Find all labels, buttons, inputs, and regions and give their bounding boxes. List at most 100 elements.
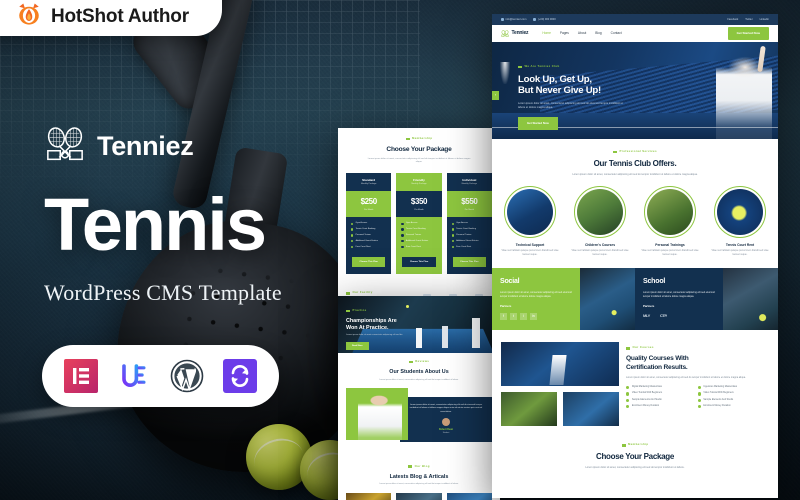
navbar-menu: Home Pages About Blog Contact <box>542 31 621 35</box>
nav-item-home[interactable]: Home <box>542 31 551 35</box>
quality-title-line1: Quality Courses With <box>626 355 689 363</box>
topbar-link-twitter[interactable]: Twitter <box>745 18 752 21</box>
blog-card[interactable]: How To Achieve Conditioning By Admin · 1… <box>396 492 442 500</box>
offer-description: Vitae nec habitant quisque purus lorem b… <box>641 250 699 256</box>
pricing-card-standard: Standard Monthly Package $250 Per Month … <box>346 172 392 275</box>
offers-header: Professional Services Our Tennis Club Of… <box>501 149 769 177</box>
plan-cta-button[interactable]: Choose This Plan <box>402 257 436 268</box>
comfort-eyebrow: Our Facility <box>346 291 408 295</box>
nav-item-contact[interactable]: Contact <box>611 31 622 35</box>
topbar-phone[interactable]: (+00) 000 0000 <box>533 18 556 22</box>
topbar-email-text: info@tenniez.com <box>505 17 527 21</box>
hero-eyebrow-text: We Are Tenniez Club <box>524 64 560 68</box>
checklist-item: Enrolment Money Duration <box>626 405 698 409</box>
facebook-icon[interactable]: f <box>500 312 507 320</box>
nav-item-pages[interactable]: Pages <box>560 31 569 35</box>
package-teaser-description: Lorem ipsum dolor sit amet, consectetur … <box>585 466 685 470</box>
checklist-item: Digital Marketing Masterclass <box>626 385 698 390</box>
school-photo <box>723 268 778 331</box>
championships-cta-button[interactable]: Read More <box>346 341 369 351</box>
testimonials-section: Reviews Our Students About Us Lorem ipsu… <box>338 353 500 458</box>
plan-features: Gym Access Tennis Court Booking Personal… <box>447 217 492 254</box>
social-icons: f t i in <box>500 312 572 320</box>
topbar-email[interactable]: info@tenniez.com <box>501 18 526 22</box>
plan-price: $550 <box>461 196 478 206</box>
school-title: School <box>643 278 666 286</box>
offers-eyebrow-text: Professional Services <box>619 149 657 153</box>
plan-sub: Monthly Package <box>411 183 427 186</box>
topbar-link-facebook[interactable]: Facebook <box>727 18 738 21</box>
quality-eyebrow-text: Our Courses <box>632 345 654 350</box>
offer-card[interactable]: Personal Trainings Vitae nec habitant qu… <box>641 186 699 257</box>
plan-feature: Gym Access <box>401 222 436 225</box>
partner-logo-mly: MLY <box>643 313 650 319</box>
offer-card[interactable]: Technical Support Vitae nec habitant qui… <box>501 186 559 257</box>
blog-image <box>396 492 442 500</box>
navbar-logo[interactable]: Tenniez <box>501 29 529 38</box>
pricing-card-price: $550 Per Month <box>446 190 492 218</box>
offers-description: Lorem ipsum dolor sit amet, consectetur … <box>572 173 698 177</box>
pricing-card-head: Individual Monthly Package <box>447 173 492 191</box>
offer-description: Vitae nec habitant quisque purus lorem b… <box>711 250 769 256</box>
avatar <box>442 418 450 427</box>
nav-item-blog[interactable]: Blog <box>595 31 601 35</box>
hotshot-author-label: HotShot Author <box>51 6 189 27</box>
wordpress-badge <box>168 357 206 395</box>
offer-title: Personal Trainings <box>655 243 685 248</box>
hero-title: Look Up, Get Up, But Never Give Up! <box>518 74 778 97</box>
testimonial-photo <box>346 387 408 440</box>
eyebrow-bar-icon <box>346 309 350 313</box>
unlimited-elements-icon <box>122 364 146 387</box>
offer-card[interactable]: Children's Courses Vitae nec habitant qu… <box>571 186 629 257</box>
checklist-label: Enrolment Money Duration <box>631 405 660 408</box>
championships-title: Championships Are Won At Practice. <box>346 318 422 332</box>
offers-section: Professional Services Our Tennis Club Of… <box>492 139 778 269</box>
checklist-label: Video Tutorial With Beginners <box>631 392 663 395</box>
instagram-icon[interactable]: i <box>520 312 527 320</box>
championships-title-line2: Won At Practice. <box>346 324 389 331</box>
comfort-eyebrow-text: Our Facility <box>352 290 373 295</box>
hero-cta-button[interactable]: Get Started Now <box>518 117 558 130</box>
offer-title: Tennis Court Rent <box>725 243 755 248</box>
quality-image-small <box>501 392 557 427</box>
testimonials-eyebrow: Reviews <box>346 359 492 364</box>
offer-image <box>574 186 626 239</box>
plan-cta-button[interactable]: Choose This Plan <box>352 257 386 268</box>
plan-features: Gym Access Tennis Court Booking Personal… <box>396 217 441 254</box>
social-school-section: Social Lorem ipsum dolor sit amet, conse… <box>492 268 778 331</box>
plan-feature: Tennis Court Booking <box>401 228 436 231</box>
hero-eyebrow: We Are Tenniez Club <box>518 64 778 69</box>
topbar-contact: info@tenniez.com (+00) 000 0000 <box>501 18 556 22</box>
plan-feature: Gym Access <box>451 222 487 225</box>
wordpress-icon <box>170 359 204 393</box>
blog-image <box>446 492 492 500</box>
brand-row: Tenniez <box>44 126 282 166</box>
pricing-cards: Standard Monthly Package $250 Per Month … <box>346 172 492 275</box>
check-icon <box>626 392 630 396</box>
championships-eyebrow-text: Practice <box>352 308 367 312</box>
plan-feature: Additional Guest Entries <box>401 240 436 243</box>
hotshot-author-badge: HotShot Author <box>0 0 222 36</box>
plan-feature: Personal Trainer <box>351 234 386 237</box>
linkedin-icon[interactable]: in <box>530 312 537 320</box>
navbar-cta-button[interactable]: Get Started Now <box>727 27 769 40</box>
topbar-link-linkedin[interactable]: Linkedin <box>760 18 769 21</box>
plan-cta-button[interactable]: Choose This Plan <box>452 257 486 268</box>
checklist-item: Sample Elements And Studio <box>626 398 698 402</box>
quality-title: Quality Courses With Certification Resul… <box>626 355 769 372</box>
nav-item-about[interactable]: About <box>578 31 586 35</box>
check-icon <box>697 398 701 402</box>
offer-card[interactable]: Tennis Court Rent Vitae nec habitant qui… <box>711 186 769 257</box>
plan-feature: Free Court Rent <box>351 246 386 249</box>
checklist-label: Sample Elements And Studio <box>703 398 734 401</box>
eyebrow-bar-icon <box>626 346 630 350</box>
blog-card[interactable]: Why You Should Consider By Admin · 12 De… <box>346 492 392 500</box>
blog-card[interactable]: Best Speed Training Tips For By Admin · … <box>446 492 492 500</box>
plan-price: $350 <box>410 196 428 206</box>
twitter-icon[interactable]: t <box>510 312 517 320</box>
pricing-card-price: $350 Per Month <box>396 190 442 218</box>
checklist-label: Ingenious Marketing Masterclass <box>703 385 737 388</box>
plan-name: Individual <box>462 177 477 182</box>
plan-period: Per Month <box>414 208 424 211</box>
pricing-description: Lorem ipsum dolor sit amet, consectetur … <box>367 157 471 164</box>
